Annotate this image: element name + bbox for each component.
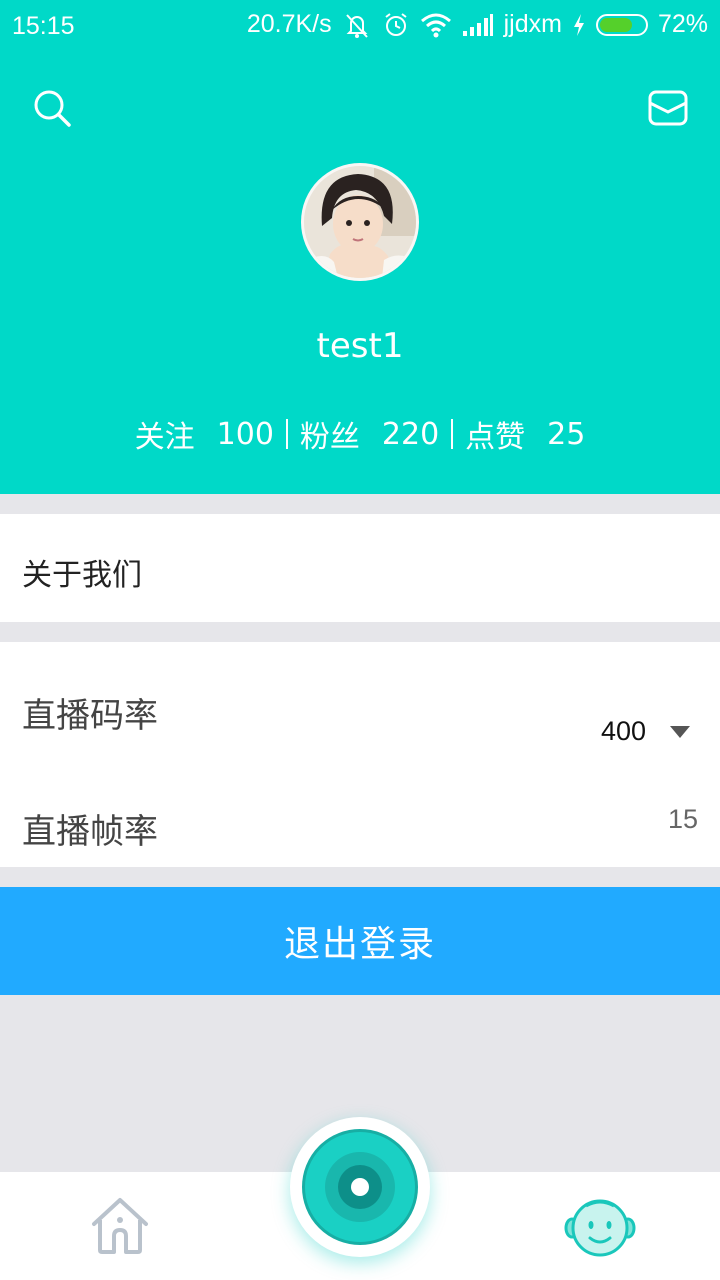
stat-following[interactable]: 关注 100 <box>123 412 286 456</box>
stat-value: 25 <box>547 416 586 452</box>
framerate-value[interactable]: 15 <box>668 804 698 835</box>
status-time: 15:15 <box>12 12 75 40</box>
mute-icon <box>342 11 372 39</box>
bitrate-value: 400 <box>600 716 646 746</box>
bitrate-dropdown[interactable]: 400 <box>601 716 690 747</box>
avatar-image <box>304 166 416 278</box>
battery-percent: 72% <box>657 10 708 38</box>
user-stats: 关注 100 粉丝 220 点赞 25 <box>0 412 720 456</box>
stat-label: 关注 <box>134 420 195 455</box>
start-live-button[interactable] <box>290 1117 430 1257</box>
live-icon <box>302 1129 418 1245</box>
alarm-icon <box>382 11 410 39</box>
chevron-down-icon <box>670 725 690 738</box>
framerate-label: 直播帧率 <box>22 812 158 852</box>
stat-label: 粉丝 <box>299 420 360 455</box>
live-settings: 直播码率 400 直播帧率 15 <box>0 642 720 867</box>
username: test1 <box>316 326 404 366</box>
mail-icon <box>648 90 688 126</box>
signal-icon <box>462 13 494 37</box>
logout-button[interactable]: 退出登录 <box>0 887 720 995</box>
home-icon <box>92 1198 148 1254</box>
profile-icon <box>564 1199 636 1257</box>
charging-icon <box>572 13 586 37</box>
stat-value: 220 <box>381 416 440 452</box>
net-speed: 20.7K/s <box>246 10 332 38</box>
bitrate-label: 直播码率 <box>22 696 158 736</box>
battery-icon <box>595 13 648 36</box>
search-icon <box>34 90 71 127</box>
stat-value: 100 <box>216 416 274 452</box>
profile-header: test1 关注 100 粉丝 220 点赞 25 <box>0 52 720 494</box>
mail-button[interactable] <box>644 84 692 132</box>
search-button[interactable] <box>28 84 76 132</box>
carrier-name: jjdxm <box>503 10 562 38</box>
status-bar: 15:15 20.7K/s jjdxm 72% <box>0 0 720 52</box>
tab-profile[interactable] <box>564 1194 636 1258</box>
avatar[interactable] <box>301 163 419 281</box>
about-us-item[interactable]: 关于我们 <box>0 514 720 622</box>
stat-followers[interactable]: 粉丝 220 <box>288 412 451 456</box>
tab-home[interactable] <box>88 1196 152 1256</box>
about-us-label: 关于我们 <box>22 558 142 593</box>
stat-likes[interactable]: 点赞 25 <box>453 412 597 456</box>
wifi-icon <box>420 12 452 38</box>
stat-label: 点赞 <box>465 420 526 455</box>
